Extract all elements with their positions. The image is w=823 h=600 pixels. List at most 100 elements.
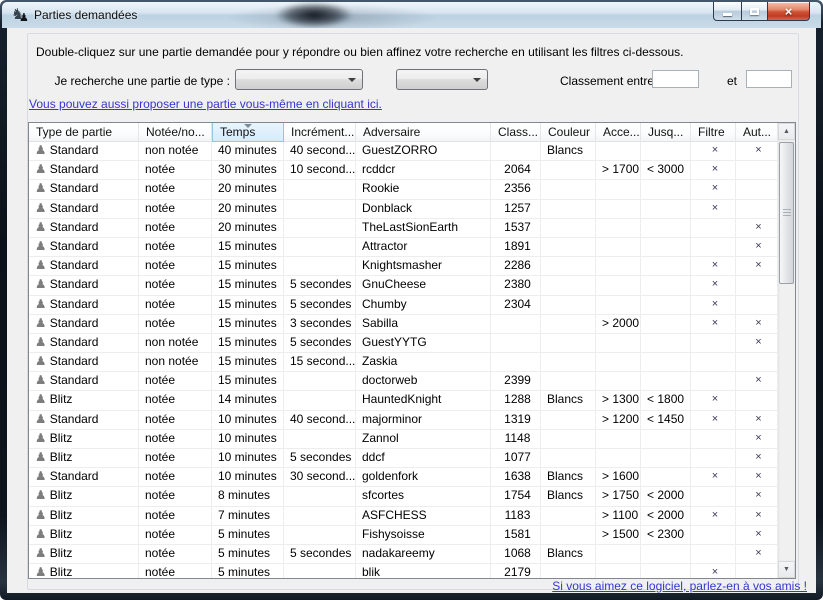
table-row[interactable]: ♟Standardnon notée15 minutes15 second...… <box>29 353 778 372</box>
cell-time: 8 minutes <box>212 487 284 505</box>
game-type-select[interactable] <box>235 69 363 90</box>
cell-couleur <box>541 430 596 448</box>
cell-rated: non notée <box>139 334 212 352</box>
table-row[interactable]: ♟Standardnotée15 minutesKnightsmasher228… <box>29 257 778 276</box>
column-header-classement[interactable]: Class... <box>491 123 541 142</box>
table-row[interactable]: ♟Blitznotée10 minutes5 secondesddcf1077× <box>29 449 778 468</box>
cell-classement: 1288 <box>491 391 541 409</box>
table-row[interactable]: ♟Standardnotée10 minutes40 second...majo… <box>29 411 778 430</box>
table-row[interactable]: ♟Blitznotée8 minutessfcortes1754Blancs> … <box>29 487 778 506</box>
table-row[interactable]: ♟Standardnotée15 minutes5 secondesGnuChe… <box>29 276 778 295</box>
cell-aut: × <box>736 449 778 467</box>
et-label: et <box>727 74 737 88</box>
cell-adversaire: ASFCHESS <box>356 507 491 525</box>
table-row[interactable]: ♟Blitznotée5 minutes5 secondesnadakareem… <box>29 545 778 564</box>
cell-classement: 1754 <box>491 487 541 505</box>
cell-acce <box>596 449 641 467</box>
table-row[interactable]: ♟Standardnotée30 minutes10 second...rcdd… <box>29 161 778 180</box>
pawn-icon: ♟ <box>35 296 46 314</box>
cell-type: ♟Blitz <box>29 391 139 409</box>
table-row[interactable]: ♟Blitznotée10 minutesZannol1148× <box>29 430 778 449</box>
cell-couleur <box>541 449 596 467</box>
cell-couleur: Blancs <box>541 468 596 486</box>
scrollbar-track[interactable] <box>778 140 795 561</box>
cell-filtre: × <box>691 296 736 314</box>
cell-adversaire: Attractor <box>356 238 491 256</box>
rating-max-input[interactable] <box>746 70 792 88</box>
cell-type: ♟Standard <box>29 161 139 179</box>
cell-type: ♟Blitz <box>29 526 139 544</box>
cell-adversaire: majorminor <box>356 411 491 429</box>
cell-aut: × <box>736 334 778 352</box>
table-row[interactable]: ♟Standardnotée15 minutesdoctorweb2399× <box>29 372 778 391</box>
table-row[interactable]: ♟Standardnon notée15 minutes5 secondesGu… <box>29 334 778 353</box>
cell-couleur <box>541 296 596 314</box>
cell-increment: 3 secondes <box>284 315 356 333</box>
scrollbar-thumb[interactable] <box>779 142 794 284</box>
table-row[interactable]: ♟Standardnotée15 minutes5 secondesChumby… <box>29 296 778 315</box>
column-header-time[interactable]: Temps <box>212 123 284 142</box>
game-type-text: Standard <box>50 239 99 253</box>
cell-type: ♟Standard <box>29 276 139 294</box>
pawn-icon: ♟ <box>35 238 46 256</box>
cell-acce <box>596 142 641 160</box>
share-app-link[interactable]: Si vous aimez ce logiciel, parlez-en à v… <box>552 579 807 593</box>
cell-jusq <box>641 276 691 294</box>
cell-time: 20 minutes <box>212 200 284 218</box>
cell-increment <box>284 219 356 237</box>
cell-acce <box>596 180 641 198</box>
scroll-up-button[interactable]: ▲ <box>778 123 795 140</box>
cell-classement: 2179 <box>491 564 541 578</box>
cell-acce <box>596 219 641 237</box>
cell-classement: 2380 <box>491 276 541 294</box>
table-row[interactable]: ♟Blitznotée7 minutesASFCHESS1183> 1100< … <box>29 507 778 526</box>
column-header-jusq[interactable]: Jusq... <box>641 123 691 142</box>
cell-classement: 1077 <box>491 449 541 467</box>
table-row[interactable]: ♟Standardnotée15 minutesAttractor1891× <box>29 238 778 257</box>
scroll-down-button[interactable]: ▼ <box>778 561 795 578</box>
cell-time: 7 minutes <box>212 507 284 525</box>
column-header-type[interactable]: Type de partie <box>29 123 139 142</box>
table-row[interactable]: ♟Blitznotée14 minutesHauntedKnight1288Bl… <box>29 391 778 410</box>
cell-acce <box>596 372 641 390</box>
pawn-icon: ♟ <box>35 180 46 198</box>
cell-filtre <box>691 526 736 544</box>
cell-adversaire: Fishysoisse <box>356 526 491 544</box>
vertical-scrollbar[interactable]: ▲ ▼ <box>778 123 795 578</box>
propose-game-link[interactable]: Vous pouvez aussi proposer une partie vo… <box>29 97 382 111</box>
table-row[interactable]: ♟Blitznotée5 minutesblik2179× <box>29 564 778 578</box>
table-row[interactable]: ♟Standardnon notée40 minutes40 second...… <box>29 142 778 161</box>
cell-increment <box>284 257 356 275</box>
cell-increment <box>284 200 356 218</box>
minimize-button[interactable] <box>713 2 742 21</box>
table-row[interactable]: ♟Blitznotée5 minutesFishysoisse1581> 150… <box>29 526 778 545</box>
rating-min-input[interactable] <box>652 70 699 88</box>
table-row[interactable]: ♟Standardnotée20 minutesDonblack1257× <box>29 200 778 219</box>
cell-filtre: × <box>691 161 736 179</box>
table-row[interactable]: ♟Standardnotée20 minutesTheLastSionEarth… <box>29 219 778 238</box>
title-bar[interactable]: ♞ ♟ Parties demandées <box>2 2 821 28</box>
table-row[interactable]: ♟Standardnotée15 minutes3 secondesSabill… <box>29 315 778 334</box>
cell-classement: 1183 <box>491 507 541 525</box>
game-subtype-select[interactable] <box>396 69 488 90</box>
cell-jusq: < 2300 <box>641 526 691 544</box>
column-header-acce[interactable]: Acce... <box>596 123 641 142</box>
column-header-rated[interactable]: Notée/no... <box>139 123 212 142</box>
game-type-text: Standard <box>50 412 99 426</box>
cell-adversaire: goldenfork <box>356 468 491 486</box>
close-button[interactable]: × <box>767 2 810 21</box>
cell-filtre <box>691 545 736 563</box>
column-header-adversaire[interactable]: Adversaire <box>356 123 491 142</box>
maximize-button[interactable] <box>741 2 768 21</box>
cell-filtre: × <box>691 411 736 429</box>
cell-jusq: < 3000 <box>641 161 691 179</box>
column-header-couleur[interactable]: Couleur <box>541 123 596 142</box>
column-header-filtre[interactable]: Filtre <box>691 123 736 142</box>
column-header-increment[interactable]: Incrément... <box>284 123 356 142</box>
cell-rated: notée <box>139 200 212 218</box>
game-type-text: Blitz <box>50 546 73 560</box>
column-header-aut[interactable]: Aut... <box>736 123 778 142</box>
table-row[interactable]: ♟Standardnotée10 minutes30 second...gold… <box>29 468 778 487</box>
table-row[interactable]: ♟Standardnotée20 minutesRookie2356× <box>29 180 778 199</box>
cell-couleur <box>541 411 596 429</box>
